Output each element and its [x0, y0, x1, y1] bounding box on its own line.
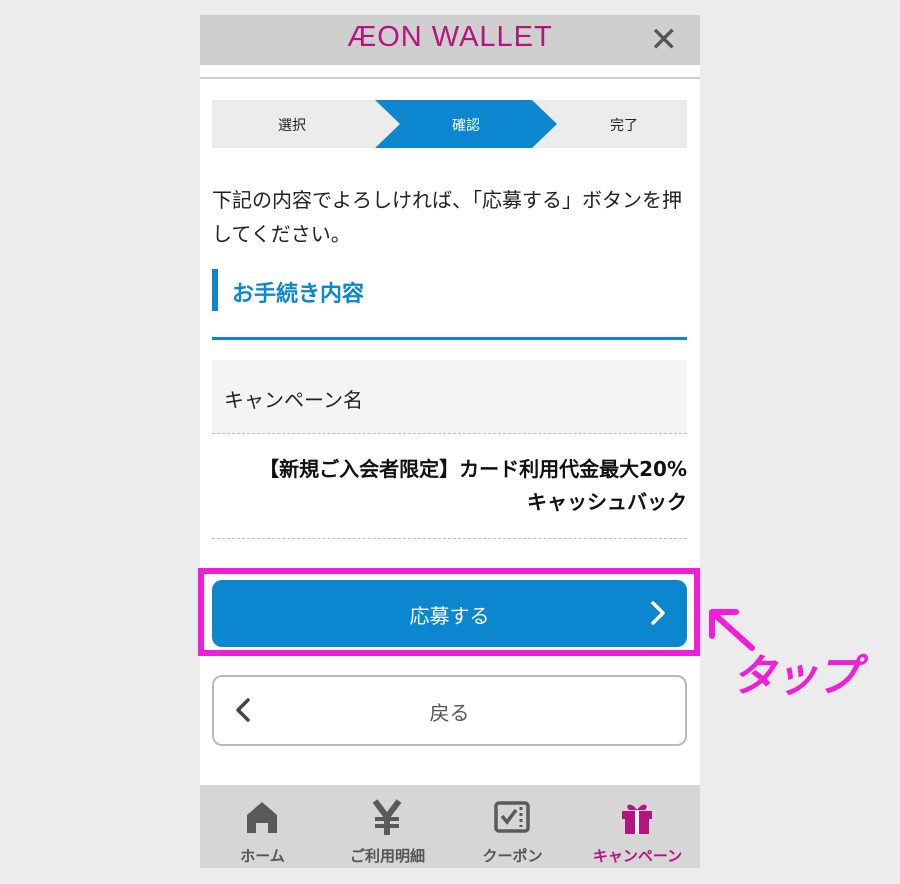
- section-accent-bar: [212, 269, 218, 311]
- instruction-text: 下記の内容でよろしければ、「応募する」ボタンを押してください。: [212, 188, 682, 246]
- app-header: ÆON WALLET ✕: [200, 15, 700, 65]
- section-divider: [212, 337, 687, 340]
- step-indicator: 選択 確認 完了: [212, 100, 687, 148]
- tab-campaign[interactable]: キャンペーン: [575, 785, 700, 868]
- tab-home[interactable]: ホーム: [200, 785, 325, 868]
- tab-campaign-label: キャンペーン: [592, 847, 683, 865]
- campaign-value-line2: キャッシュバック: [527, 490, 687, 514]
- tab-statement[interactable]: ご利用明細: [325, 785, 450, 868]
- gift-icon: [622, 804, 652, 834]
- aeon-wallet-logo: ÆON WALLET: [347, 21, 553, 53]
- step-complete: 完了: [610, 118, 638, 134]
- tab-coupon[interactable]: クーポン: [450, 785, 575, 868]
- tap-annotation: タップ: [732, 651, 860, 702]
- back-button-label: 戻る: [429, 701, 470, 725]
- yen-icon: [372, 799, 402, 835]
- campaign-label-row: キャンペーン名: [212, 360, 687, 434]
- campaign-divider: [212, 538, 687, 539]
- back-button[interactable]: 戻る: [212, 675, 687, 746]
- tab-home-label: ホーム: [240, 847, 285, 865]
- tab-coupon-label: クーポン: [482, 847, 543, 865]
- step-confirm: 確認: [452, 118, 480, 134]
- close-icon[interactable]: ✕: [650, 20, 679, 60]
- campaign-label: キャンペーン名: [224, 388, 363, 412]
- home-icon: [247, 802, 277, 833]
- section-header: お手続き内容: [212, 269, 687, 311]
- app-screen: ÆON WALLET ✕ 選択 確認 完了 下記の内容でよろしければ、「応募する…: [200, 15, 700, 868]
- section-title: お手続き内容: [232, 282, 365, 307]
- bottom-tab-bar: ホーム ご利用明細 クーポン キャンペーン: [200, 785, 700, 868]
- step-select: 選択: [278, 118, 306, 134]
- campaign-value: 【新規ご入会者限定】カード利用代金最大20% キャッシュバック: [212, 453, 687, 519]
- coupon-icon: [494, 801, 530, 833]
- campaign-value-line1: 【新規ご入会者限定】カード利用代金最大20%: [259, 457, 687, 481]
- header-divider: [200, 77, 700, 79]
- tap-highlight-box: [198, 568, 700, 656]
- tab-statement-label: ご利用明細: [349, 847, 425, 865]
